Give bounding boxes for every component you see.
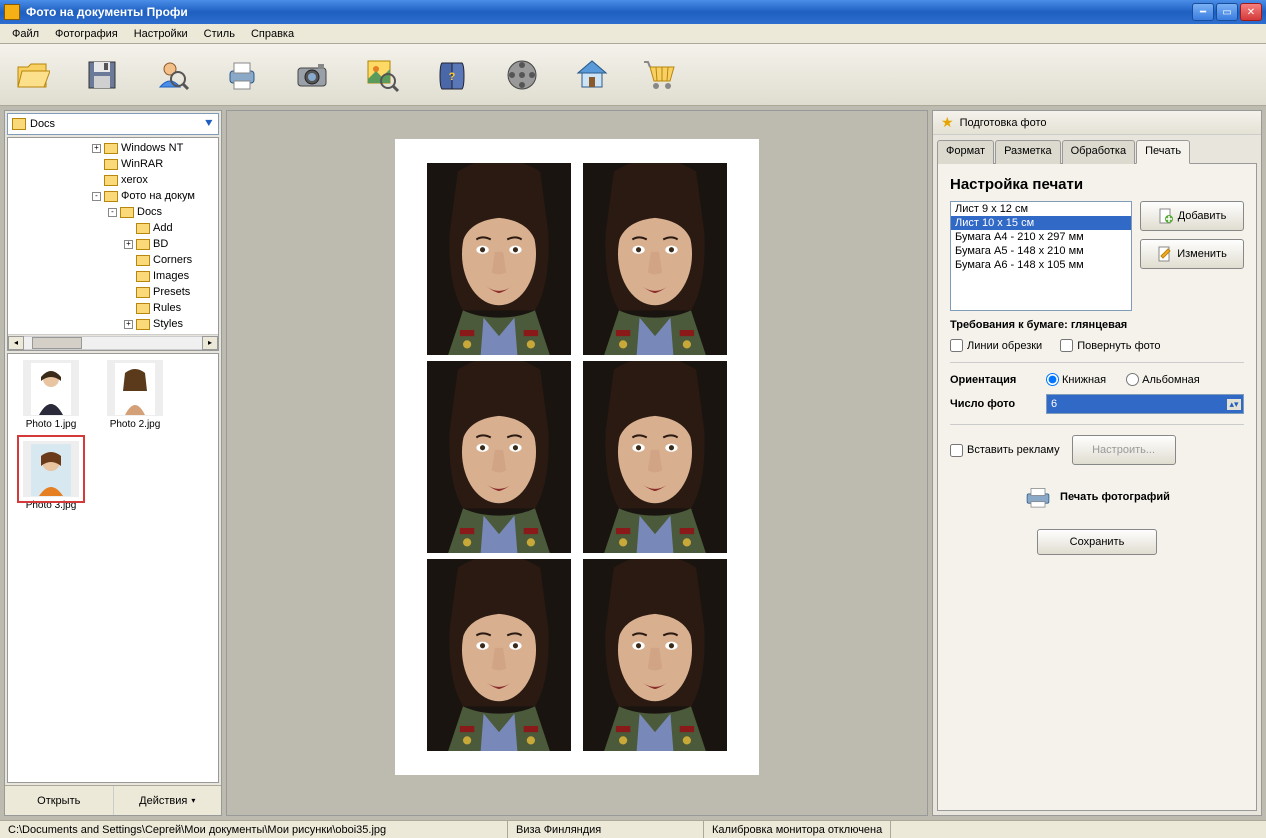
- tree-node[interactable]: +BD: [8, 236, 218, 252]
- title-bar: Фото на документы Профи ━ ▭ ✕: [0, 0, 1266, 24]
- folder-tree[interactable]: +Windows NTWinRARxerox-Фото на докум-Doc…: [7, 137, 219, 351]
- tab-print[interactable]: Печать: [1136, 140, 1190, 164]
- menu-help[interactable]: Справка: [243, 26, 302, 42]
- tree-scrollbar[interactable]: ◂ ▸: [8, 334, 218, 350]
- orientation-label: Ориентация: [950, 374, 1038, 386]
- printer-icon: [1024, 485, 1052, 509]
- photo-cell: [427, 163, 571, 355]
- tree-node[interactable]: -Фото на докум: [8, 188, 218, 204]
- insert-ads-checkbox[interactable]: Вставить рекламу: [950, 444, 1060, 457]
- menu-bar: Файл Фотография Настройки Стиль Справка: [0, 24, 1266, 44]
- thumbnail-grid: Photo 1.jpgPhoto 2.jpgPhoto 3.jpg: [7, 353, 219, 783]
- svg-text:?: ?: [449, 71, 456, 83]
- tab-processing[interactable]: Обработка: [1062, 140, 1135, 164]
- right-panel: ★ Подготовка фото Формат Разметка Обрабо…: [932, 110, 1262, 816]
- tab-bar: Формат Разметка Обработка Печать: [937, 139, 1257, 163]
- film-reel-button[interactable]: [500, 53, 544, 97]
- status-path: C:\Documents and Settings\Сергей\Мои док…: [0, 821, 508, 838]
- scroll-right-button[interactable]: ▸: [202, 336, 218, 350]
- tree-node[interactable]: -Docs: [8, 204, 218, 220]
- search-person-button[interactable]: [150, 53, 194, 97]
- camera-button[interactable]: [290, 53, 334, 97]
- paper-option[interactable]: Бумага А6 - 148 x 105 мм: [951, 258, 1131, 272]
- status-bar: C:\Documents and Settings\Сергей\Мои док…: [0, 820, 1266, 838]
- maximize-button[interactable]: ▭: [1216, 3, 1238, 21]
- photo-cell: [583, 559, 727, 751]
- thumbnail-item[interactable]: Photo 1.jpg: [14, 360, 88, 431]
- spinner-arrows-icon[interactable]: ▴▾: [1227, 399, 1241, 410]
- edit-icon: [1157, 246, 1173, 262]
- tree-node[interactable]: Add: [8, 220, 218, 236]
- folder-path-combo[interactable]: Docs ⯆: [7, 113, 219, 135]
- photo-cell: [583, 163, 727, 355]
- folder-path: Docs: [30, 118, 204, 130]
- menu-style[interactable]: Стиль: [196, 26, 243, 42]
- folder-icon: [12, 118, 26, 130]
- paper-requirements: Требования к бумаге: глянцевая: [950, 319, 1244, 331]
- tree-node[interactable]: +Windows NT: [8, 140, 218, 156]
- menu-settings[interactable]: Настройки: [126, 26, 196, 42]
- actions-button[interactable]: Действия▾: [114, 786, 222, 815]
- tree-node[interactable]: Images: [8, 268, 218, 284]
- thumbnail-item[interactable]: Photo 3.jpg: [14, 441, 88, 512]
- status-visa: Виза Финляндия: [508, 821, 704, 838]
- app-icon: [4, 4, 20, 20]
- left-panel: Docs ⯆ +Windows NTWinRARxerox-Фото на до…: [4, 110, 222, 816]
- paper-option[interactable]: Лист 9 x 12 см: [951, 202, 1131, 216]
- help-book-button[interactable]: ?: [430, 53, 474, 97]
- tree-node[interactable]: Rules: [8, 300, 218, 316]
- scroll-left-button[interactable]: ◂: [8, 336, 24, 350]
- add-paper-button[interactable]: Добавить: [1140, 201, 1244, 231]
- cut-lines-checkbox[interactable]: Линии обрезки: [950, 339, 1042, 352]
- paper-option[interactable]: Бумага А5 - 148 x 210 мм: [951, 244, 1131, 258]
- home-button[interactable]: [570, 53, 614, 97]
- paper-size-list[interactable]: Лист 9 x 12 смЛист 10 x 15 смБумага А4 -…: [950, 201, 1132, 311]
- tree-node[interactable]: Corners: [8, 252, 218, 268]
- panel-title: Подготовка фото: [960, 117, 1047, 129]
- minimize-button[interactable]: ━: [1192, 3, 1214, 21]
- photo-cell: [583, 361, 727, 553]
- menu-file[interactable]: Файл: [4, 26, 47, 42]
- open-folder-button[interactable]: [10, 53, 54, 97]
- save-button[interactable]: [80, 53, 124, 97]
- menu-photo[interactable]: Фотография: [47, 26, 126, 42]
- toolbar: ?: [0, 44, 1266, 106]
- star-icon: ★: [941, 114, 954, 131]
- paper-option[interactable]: Бумага А4 - 210 x 297 мм: [951, 230, 1131, 244]
- window-title: Фото на документы Профи: [26, 5, 1192, 19]
- photo-cell: [427, 361, 571, 553]
- edit-paper-button[interactable]: Изменить: [1140, 239, 1244, 269]
- tab-format[interactable]: Формат: [937, 140, 994, 164]
- close-button[interactable]: ✕: [1240, 3, 1262, 21]
- print-photos-button[interactable]: Печать фотографий: [950, 485, 1244, 509]
- print-button[interactable]: [220, 53, 264, 97]
- photo-count-label: Число фото: [950, 398, 1038, 410]
- tree-node[interactable]: WinRAR: [8, 156, 218, 172]
- photo-cell: [427, 559, 571, 751]
- panel-header: ★ Подготовка фото: [933, 111, 1261, 135]
- add-icon: [1158, 208, 1174, 224]
- photo-count-spinner[interactable]: 6 ▴▾: [1046, 394, 1244, 414]
- photo-search-button[interactable]: [360, 53, 404, 97]
- tree-node[interactable]: Presets: [8, 284, 218, 300]
- print-sheet: [395, 139, 759, 775]
- tree-node[interactable]: +Styles: [8, 316, 218, 332]
- orientation-landscape-radio[interactable]: Альбомная: [1126, 373, 1200, 386]
- tree-node[interactable]: xerox: [8, 172, 218, 188]
- paper-option[interactable]: Лист 10 x 15 см: [951, 216, 1131, 230]
- status-calibration: Калибровка монитора отключена: [704, 821, 891, 838]
- tab-layout[interactable]: Разметка: [995, 140, 1061, 164]
- preview-area: [226, 110, 928, 816]
- scroll-thumb[interactable]: [32, 337, 82, 349]
- shopping-cart-button[interactable]: [640, 53, 684, 97]
- orientation-portrait-radio[interactable]: Книжная: [1046, 373, 1106, 386]
- rotate-photo-checkbox[interactable]: Повернуть фото: [1060, 339, 1160, 352]
- open-button[interactable]: Открыть: [5, 786, 114, 815]
- print-tab-panel: Настройка печати Лист 9 x 12 смЛист 10 x…: [937, 163, 1257, 811]
- save-settings-button[interactable]: Сохранить: [1037, 529, 1157, 555]
- section-title: Настройка печати: [950, 176, 1244, 193]
- dropdown-arrow-icon[interactable]: ⯆: [204, 116, 214, 132]
- configure-ads-button[interactable]: Настроить...: [1072, 435, 1176, 465]
- thumbnail-item[interactable]: Photo 2.jpg: [98, 360, 172, 431]
